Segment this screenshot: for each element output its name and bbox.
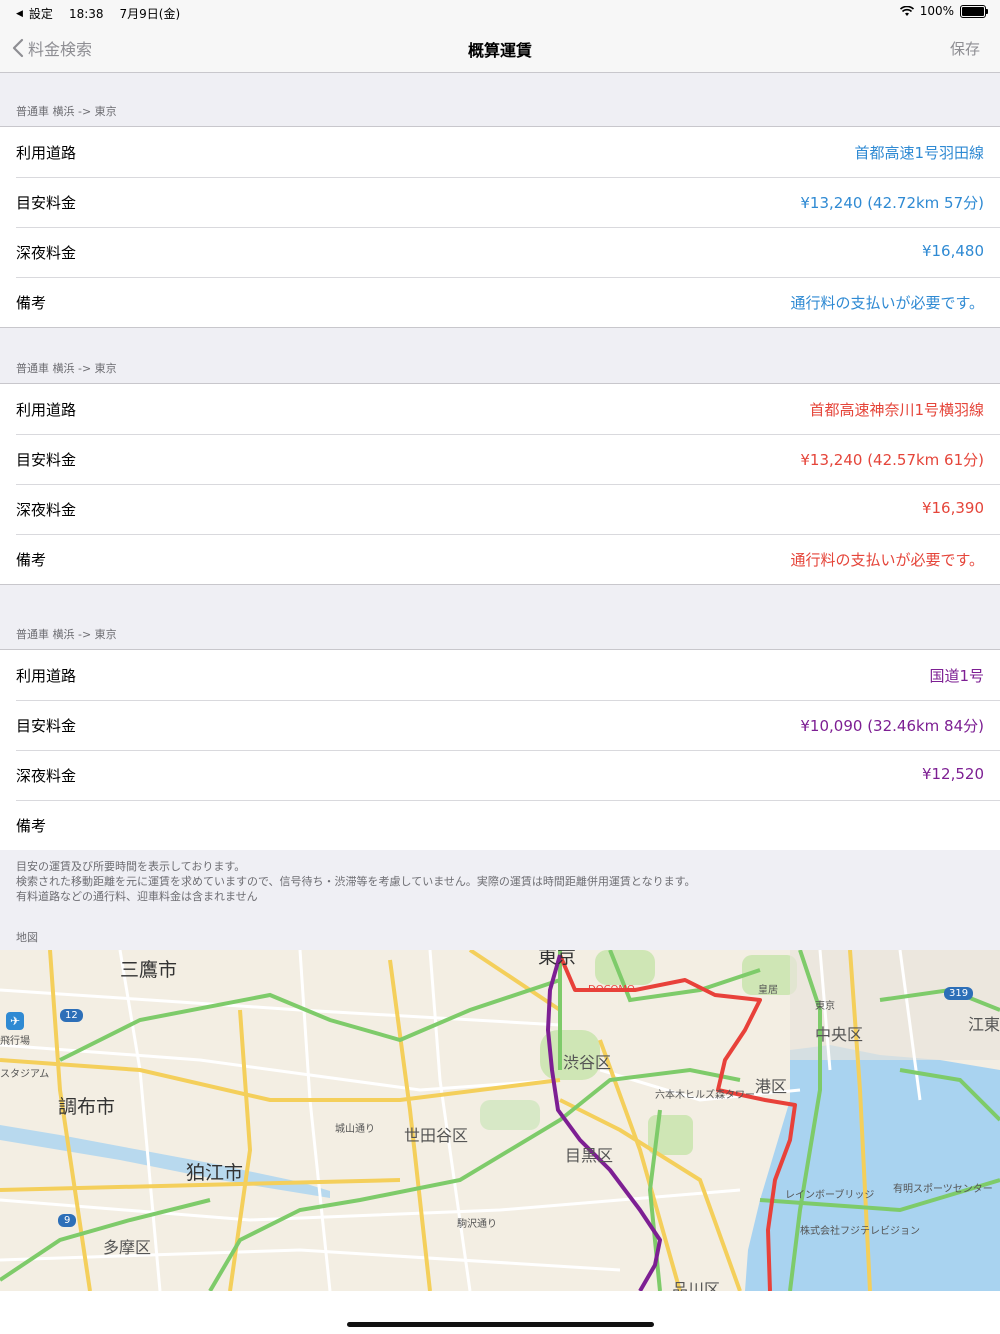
status-back-app[interactable]: 設定 <box>29 5 53 22</box>
map-label: 目黒区 <box>565 1146 614 1165</box>
map-label: 皇居 <box>758 985 778 996</box>
footnote-line: 目安の運賃及び所要時間を表示しております。 <box>16 860 246 873</box>
row-label: 備考 <box>16 294 47 312</box>
map-label: 世田谷区 <box>404 1126 469 1145</box>
row-value: 通行料の支払いが必要です。 <box>790 294 984 312</box>
row-label: 目安料金 <box>16 451 77 469</box>
map-label: 飛行場 <box>0 1036 30 1047</box>
map-label: 調布市 <box>58 1096 116 1118</box>
section-header: 普通車 横浜 -> 東京 <box>16 105 117 118</box>
row-value: 国道1号 <box>929 667 984 685</box>
night-fare-row[interactable]: 深夜料金 ¥16,390 <box>0 484 1000 534</box>
map-label: 六本木ヒルズ森タワー <box>655 1090 755 1101</box>
route-map[interactable]: 三鷹市 調布市 狛江市 多摩区 世田谷区 目黒区 渋谷区 港区 中央区 江東 品… <box>0 950 1000 1291</box>
row-value: 通行料の支払いが必要です。 <box>790 551 984 569</box>
row-label: 備考 <box>16 817 47 835</box>
home-area <box>0 1291 1000 1334</box>
row-label: 深夜料金 <box>16 244 77 262</box>
night-fare-row[interactable]: 深夜料金 ¥16,480 <box>0 227 1000 277</box>
notes-row[interactable]: 備考 通行料の支払いが必要です。 <box>0 277 1000 327</box>
section-header: 普通車 横浜 -> 東京 <box>16 362 117 375</box>
route-shield: 319 <box>944 987 974 1000</box>
row-label: 利用道路 <box>16 667 77 685</box>
wifi-icon <box>899 5 914 16</box>
route-section-2: 普通車 横浜 -> 東京 利用道路 首都高速神奈川1号横羽線 目安料金 ¥13,… <box>0 330 1000 585</box>
map-label: スタジアム <box>0 1069 50 1080</box>
road-row[interactable]: 利用道路 首都高速神奈川1号横羽線 <box>0 384 1000 434</box>
row-label: 目安料金 <box>16 717 77 735</box>
row-label: 目安料金 <box>16 194 77 212</box>
fare-row[interactable]: 目安料金 ¥13,240 (42.72km 57分) <box>0 177 1000 227</box>
map-label: 港区 <box>755 1077 788 1096</box>
map-label: 東京 <box>538 950 577 968</box>
map-label: 東京 <box>815 1001 835 1012</box>
fare-row[interactable]: 目安料金 ¥13,240 (42.57km 61分) <box>0 434 1000 484</box>
row-value: ¥16,390 <box>921 499 984 517</box>
battery-percent: 100% <box>919 4 954 18</box>
map-label: 有明スポーツセンター <box>893 1184 993 1195</box>
road-row[interactable]: 利用道路 国道1号 <box>0 650 1000 700</box>
status-time: 18:38 <box>68 6 104 21</box>
row-value: 首都高速神奈川1号横羽線 <box>809 401 984 419</box>
map-label: 狛江市 <box>186 1162 244 1184</box>
map-label: 江東 <box>968 1015 1000 1034</box>
row-value: ¥13,240 (42.57km 61分) <box>800 451 984 469</box>
row-value: ¥10,090 (32.46km 84分) <box>800 717 984 735</box>
map-label: 渋谷区 <box>563 1053 612 1072</box>
row-value: ¥12,520 <box>921 765 984 783</box>
map-section-header: 地図 <box>16 931 38 944</box>
map-label: レインボーブリッジ <box>785 1190 875 1201</box>
road-row[interactable]: 利用道路 首都高速1号羽田線 <box>0 127 1000 177</box>
map-label: 駒沢通り <box>457 1219 497 1230</box>
row-label: 利用道路 <box>16 144 77 162</box>
footnote-line: 有料道路などの通行料、迎車料金は含まれません <box>16 890 258 903</box>
route-section-1: 普通車 横浜 -> 東京 利用道路 首都高速1号羽田線 目安料金 ¥13,240… <box>0 73 1000 328</box>
row-value: 首都高速1号羽田線 <box>854 144 984 162</box>
map-label: DOCOMO <box>588 984 635 995</box>
map-label: 品川区 <box>672 1280 721 1291</box>
map-label: 多摩区 <box>103 1238 152 1257</box>
page-title: 概算運賃 <box>467 41 532 60</box>
route-shield: 9 <box>58 1214 77 1227</box>
save-button[interactable]: 保存 <box>950 38 980 59</box>
map-label: 三鷹市 <box>120 959 178 981</box>
section-header: 普通車 横浜 -> 東京 <box>16 628 117 641</box>
route-shield: 12 <box>60 1009 83 1022</box>
row-value: ¥13,240 (42.72km 57分) <box>800 194 984 212</box>
night-fare-row[interactable]: 深夜料金 ¥12,520 <box>0 750 1000 800</box>
row-label: 備考 <box>16 551 47 569</box>
battery-icon <box>960 4 988 18</box>
footnote: 目安の運賃及び所要時間を表示しております。 検索された移動距離を元に運賃を求めて… <box>16 859 695 904</box>
notes-row[interactable]: 備考 通行料の支払いが必要です。 <box>0 534 1000 584</box>
row-label: 深夜料金 <box>16 767 77 785</box>
route-section-3: 普通車 横浜 -> 東京 利用道路 国道1号 目安料金 ¥10,090 (32.… <box>0 596 1000 850</box>
home-indicator[interactable] <box>347 1322 654 1327</box>
navigation-bar: 料金検索 概算運賃 保存 <box>0 24 1000 73</box>
status-date: 7月9日(金) <box>119 7 181 21</box>
notes-row[interactable]: 備考 <box>0 800 1000 850</box>
map-label: 株式会社フジテレビジョン <box>800 1226 920 1237</box>
map-label: 城山通り <box>335 1124 375 1135</box>
airport-icon: ✈ <box>6 1012 24 1030</box>
map-label: 中央区 <box>815 1025 864 1044</box>
back-arrow-icon[interactable]: ◀ <box>16 9 23 19</box>
fare-row[interactable]: 目安料金 ¥10,090 (32.46km 84分) <box>0 700 1000 750</box>
footnote-line: 検索された移動距離を元に運賃を求めていますので、信号待ち・渋滞等を考慮していませ… <box>16 875 696 888</box>
row-label: 利用道路 <box>16 401 77 419</box>
status-bar: ◀ 設定 18:38 7月9日(金) 100% <box>0 0 1000 24</box>
row-label: 深夜料金 <box>16 501 77 519</box>
row-value: ¥16,480 <box>921 242 984 260</box>
